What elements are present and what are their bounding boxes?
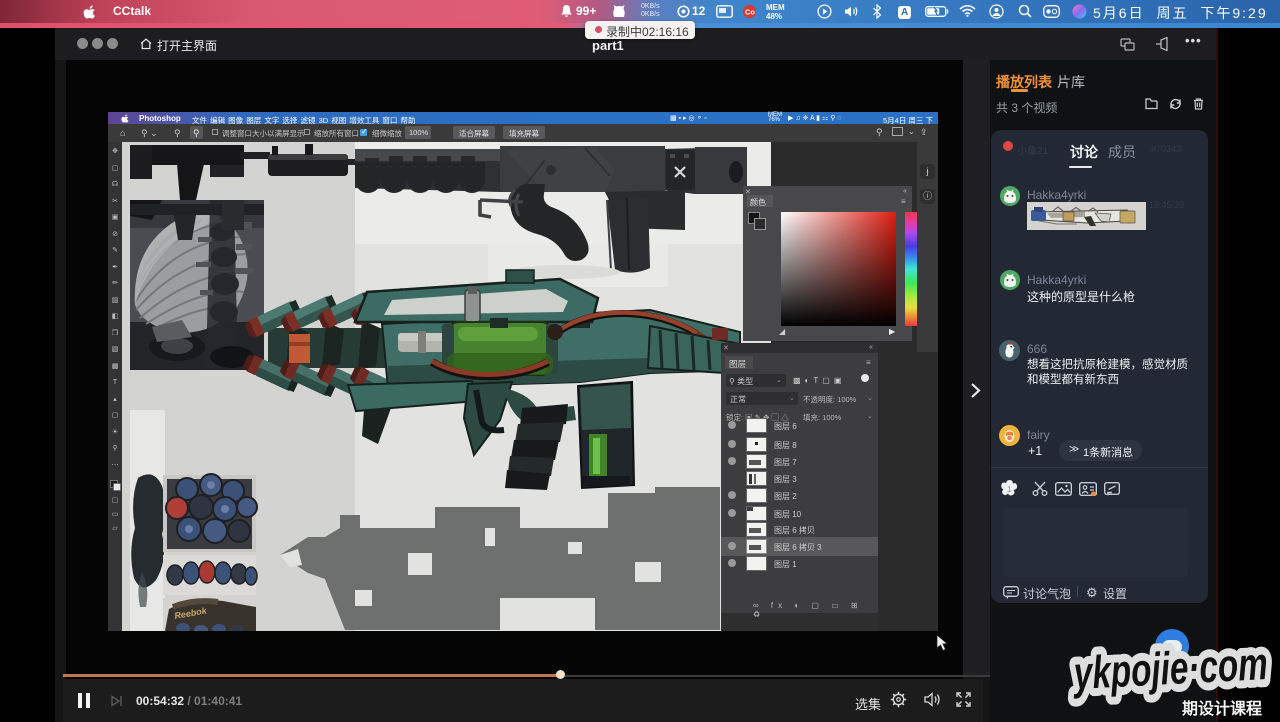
svg-text:ykpojie·com: ykpojie·com xyxy=(1071,637,1269,699)
svg-text:1: 1 xyxy=(1007,485,1012,494)
svg-text:期设计课程: 期设计课程 xyxy=(1182,699,1262,718)
svg-text:Co: Co xyxy=(745,8,755,17)
